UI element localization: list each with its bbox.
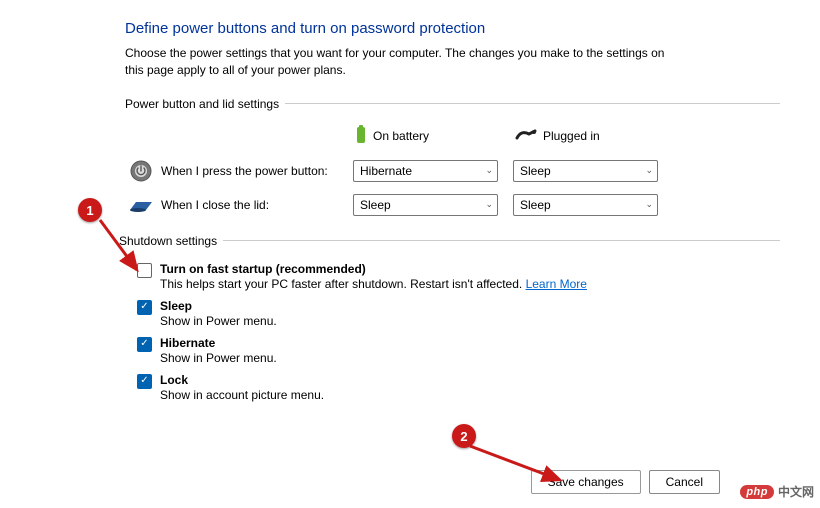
learn-more-link[interactable]: Learn More (526, 277, 587, 291)
callout-2: 2 (452, 424, 476, 448)
hibernate-desc: Show in Power menu. (160, 351, 277, 365)
power-button-label: When I press the power button: (157, 164, 353, 178)
lid-icon (125, 196, 157, 214)
power-button-plugged-select[interactable]: Sleep ⌄ (513, 160, 658, 182)
lid-battery-select[interactable]: Sleep ⌄ (353, 194, 498, 216)
chevron-down-icon: ⌄ (485, 199, 493, 210)
chevron-down-icon: ⌄ (645, 199, 653, 210)
callout-1: 1 (78, 198, 102, 222)
fast-startup-desc: This helps start your PC faster after sh… (160, 277, 587, 291)
cancel-button[interactable]: Cancel (649, 470, 720, 494)
hibernate-checkbox[interactable]: ✓ (137, 337, 152, 352)
save-changes-button[interactable]: Save changes (531, 470, 641, 494)
lid-label: When I close the lid: (157, 198, 353, 212)
lock-desc: Show in account picture menu. (160, 388, 324, 402)
battery-icon (355, 125, 367, 148)
hibernate-title: Hibernate (160, 336, 277, 350)
plug-icon (515, 128, 537, 145)
power-button-icon (125, 160, 157, 182)
page-subtitle: Choose the power settings that you want … (125, 45, 685, 79)
power-button-battery-select[interactable]: Hibernate ⌄ (353, 160, 498, 182)
column-on-battery: On battery (355, 125, 515, 148)
page-title: Define power buttons and turn on passwor… (125, 20, 780, 37)
lid-plugged-select[interactable]: Sleep ⌄ (513, 194, 658, 216)
column-plugged-in: Plugged in (515, 128, 675, 145)
fast-startup-checkbox[interactable] (137, 263, 152, 278)
chevron-down-icon: ⌄ (645, 165, 653, 176)
watermark: php 中文网 (740, 483, 814, 500)
sleep-desc: Show in Power menu. (160, 314, 277, 328)
lock-checkbox[interactable]: ✓ (137, 374, 152, 389)
chevron-down-icon: ⌄ (485, 165, 493, 176)
lock-title: Lock (160, 373, 324, 387)
sleep-title: Sleep (160, 299, 277, 313)
section-header-power: Power button and lid settings (125, 97, 780, 111)
sleep-checkbox[interactable]: ✓ (137, 300, 152, 315)
fast-startup-title: Turn on fast startup (recommended) (160, 262, 587, 276)
section-header-shutdown: Shutdown settings (119, 234, 780, 248)
